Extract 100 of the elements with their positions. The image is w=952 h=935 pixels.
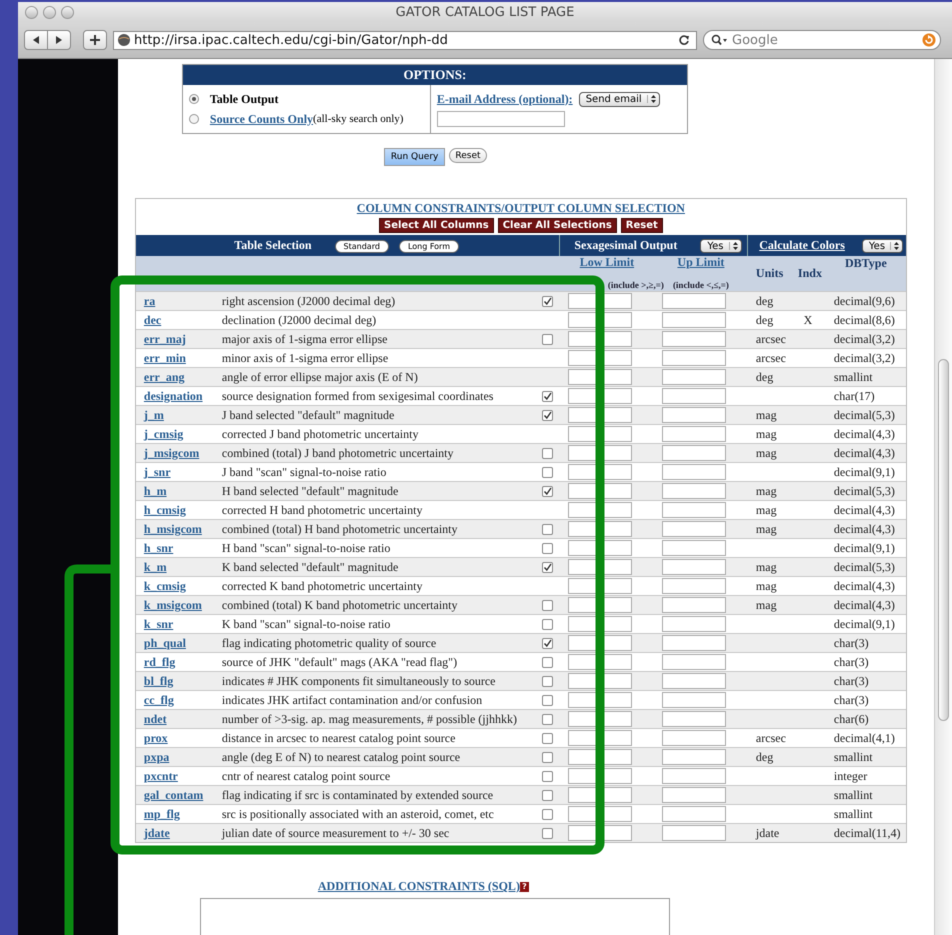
snapback-icon[interactable] [922, 33, 936, 47]
reset-button[interactable]: Reset [449, 148, 487, 163]
search-field[interactable]: Google [703, 30, 941, 50]
low-limit-link[interactable]: Low Limit [560, 256, 654, 268]
checkbox[interactable] [542, 467, 554, 478]
up-limit-field[interactable] [662, 426, 726, 442]
up-limit-field[interactable] [662, 369, 726, 386]
column-name-link[interactable]: prox [144, 730, 168, 744]
back-icon[interactable] [24, 30, 48, 50]
radio-button[interactable] [188, 114, 199, 124]
checkbox[interactable] [542, 448, 554, 460]
column-name-link[interactable]: designation [144, 388, 203, 402]
checked-checkbox[interactable] [542, 391, 554, 402]
checkbox[interactable] [542, 714, 554, 726]
up-limit-field[interactable] [662, 730, 726, 746]
checked-checkbox[interactable] [542, 296, 554, 308]
checkbox[interactable] [542, 600, 554, 612]
checkbox[interactable] [542, 733, 554, 744]
checked-checkbox[interactable] [542, 486, 554, 498]
checkbox[interactable] [542, 771, 554, 782]
up-limit-field[interactable] [662, 825, 726, 842]
checkbox[interactable] [542, 334, 554, 346]
help-button[interactable]: ? [520, 882, 529, 892]
view-button[interactable]: Standard [334, 240, 389, 253]
up-limit-field[interactable] [662, 597, 726, 614]
checkbox[interactable] [542, 619, 554, 630]
radio-button[interactable] [188, 94, 199, 104]
colors-dropdown[interactable]: Yes [862, 239, 904, 254]
option-link[interactable]: Source Counts Only [210, 112, 314, 126]
scrollbar[interactable] [934, 59, 952, 935]
up-limit-field[interactable] [662, 293, 726, 310]
column-name-link[interactable]: j_cmsig [144, 426, 184, 440]
up-limit-field[interactable] [662, 635, 726, 652]
checked-checkbox[interactable] [542, 638, 554, 650]
column-name-link[interactable]: mp_flg [144, 806, 180, 820]
add-bookmark-icon[interactable] [83, 30, 107, 50]
scroll-thumb[interactable] [938, 359, 949, 721]
up-limit-field[interactable] [662, 350, 726, 366]
up-limit-field[interactable] [662, 692, 726, 708]
checkbox[interactable] [542, 828, 554, 840]
checkbox[interactable] [542, 524, 554, 536]
zoom-icon[interactable] [61, 6, 74, 18]
column-name-link[interactable]: pxcntr [144, 768, 178, 782]
up-limit-field[interactable] [662, 407, 726, 424]
checkbox[interactable] [542, 790, 554, 802]
up-limit-link[interactable]: Up Limit [654, 256, 748, 268]
column-name-link[interactable]: k_cmsig [144, 578, 186, 592]
email-dropdown[interactable]: Send email [578, 92, 660, 106]
up-limit-field[interactable] [662, 673, 726, 690]
up-limit-field[interactable] [662, 654, 726, 670]
action-button[interactable]: Reset [620, 218, 663, 233]
column-name-link[interactable]: ra [144, 294, 156, 308]
checked-checkbox[interactable] [542, 562, 554, 574]
view-button[interactable]: Long Form [398, 240, 459, 253]
up-limit-field[interactable] [662, 578, 726, 594]
up-limit-field[interactable] [662, 521, 726, 538]
checkbox[interactable] [542, 676, 554, 688]
up-limit-field[interactable] [662, 464, 726, 480]
column-name-link[interactable]: err_min [144, 350, 186, 364]
email-link[interactable]: E-mail Address (optional): [436, 92, 573, 106]
up-limit-field[interactable] [662, 559, 726, 576]
additional-constraints-link[interactable]: ADDITIONAL CONSTRAINTS (SQL) [318, 879, 520, 894]
close-icon[interactable] [25, 6, 38, 18]
minimize-icon[interactable] [43, 6, 56, 18]
up-limit-field[interactable] [662, 711, 726, 728]
calculate-colors-link[interactable]: Calculate Colors [759, 238, 845, 252]
column-name-link[interactable]: dec [144, 312, 162, 326]
up-limit-field[interactable] [662, 540, 726, 556]
column-name-link[interactable]: h_cmsig [144, 502, 186, 516]
column-name-link[interactable]: rd_flg [144, 654, 176, 668]
up-limit-field[interactable] [662, 445, 726, 462]
column-name-link[interactable]: j_m [144, 408, 164, 422]
up-limit-field[interactable] [662, 502, 726, 518]
up-limit-field[interactable] [662, 749, 726, 766]
up-limit-field[interactable] [662, 388, 726, 404]
email-field[interactable] [436, 111, 565, 127]
checkbox[interactable] [542, 695, 554, 706]
action-button[interactable]: Select All Columns [379, 218, 494, 233]
run-query-button[interactable]: Run Query [384, 148, 446, 166]
reload-icon[interactable] [678, 34, 690, 46]
checkbox[interactable] [542, 752, 554, 764]
sexagesimal-dropdown[interactable]: Yes [700, 239, 742, 254]
up-limit-field[interactable] [662, 806, 726, 822]
up-limit-field[interactable] [662, 616, 726, 632]
up-limit-field[interactable] [662, 768, 726, 784]
up-limit-field[interactable] [662, 787, 726, 804]
up-limit-field[interactable] [662, 312, 726, 328]
checkbox[interactable] [542, 543, 554, 554]
checkbox[interactable] [542, 657, 554, 668]
checkbox[interactable] [542, 809, 554, 820]
column-name-link[interactable]: h_snr [144, 540, 174, 554]
up-limit-field[interactable] [662, 483, 726, 500]
address-field[interactable]: http://irsa.ipac.caltech.edu/cgi-bin/Gator/nph-dd [113, 30, 697, 50]
forward-icon[interactable] [48, 30, 71, 50]
column-name-link[interactable]: k_snr [144, 616, 174, 630]
checked-checkbox[interactable] [542, 410, 554, 422]
column-name-link[interactable]: cc_flg [144, 692, 174, 706]
up-limit-field[interactable] [662, 331, 726, 348]
action-button[interactable]: Clear All Selections [498, 218, 617, 233]
section-title-link[interactable]: COLUMN CONSTRAINTS/OUTPUT COLUMN SELECTION [356, 201, 685, 215]
